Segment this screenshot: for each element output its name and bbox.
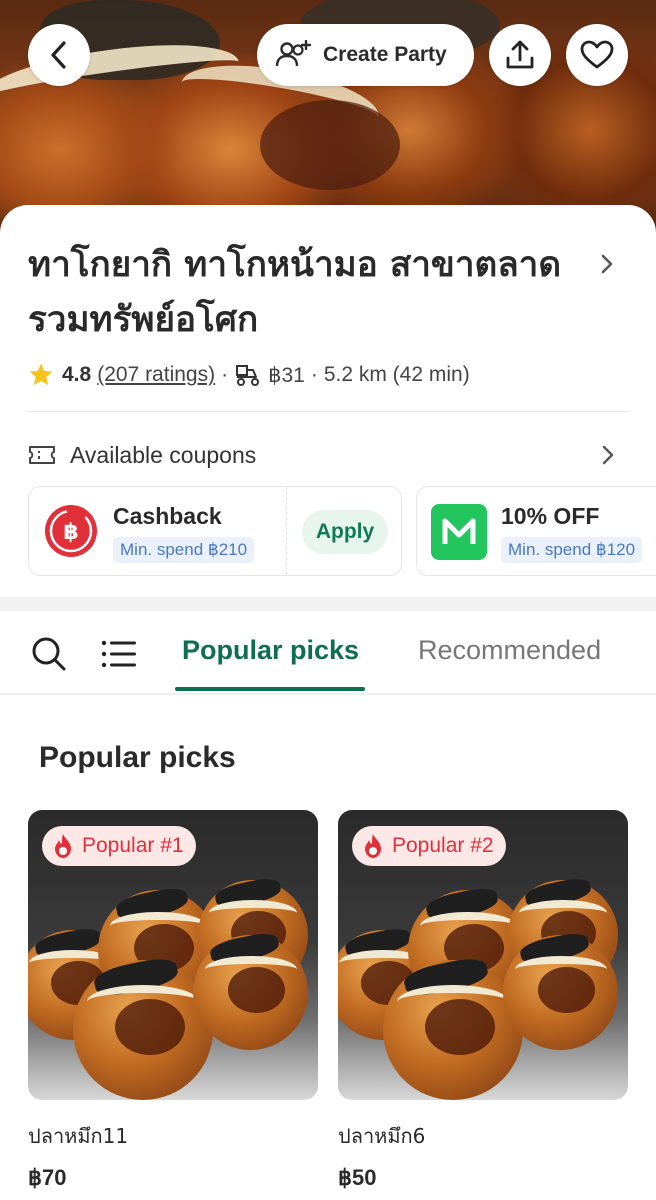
distance-time: 5.2 km (42 min) bbox=[323, 363, 470, 386]
cashback-icon: ฿ bbox=[45, 505, 97, 557]
menu-item-image[interactable]: Popular #2 bbox=[338, 810, 628, 1100]
delivery-fee: ฿31 bbox=[268, 363, 305, 387]
ratings-link[interactable]: (207 ratings) bbox=[97, 363, 215, 387]
section-title: Popular picks bbox=[39, 741, 236, 774]
menu-tab-bar: Popular picks Recommended bbox=[0, 611, 656, 695]
separator-dot: · bbox=[221, 363, 229, 386]
menu-item-name: ปลาหมึก11 bbox=[28, 1124, 129, 1148]
create-party-label: Create Party bbox=[323, 43, 447, 66]
coupon-min-spend: Min. spend ฿210 bbox=[113, 537, 255, 563]
add-group-icon bbox=[275, 40, 312, 67]
create-party-button[interactable]: Create Party bbox=[257, 24, 474, 86]
popular-badge: Popular #2 bbox=[352, 826, 506, 866]
coupon-min-spend: Min. spend ฿120 bbox=[501, 537, 643, 563]
store-info-card: ทาโกยากิ ทาโกหน้ามอ สาขาตลาดรวมทรัพย์อโศ… bbox=[0, 205, 656, 597]
active-tab-indicator bbox=[175, 687, 365, 691]
popular-badge: Popular #1 bbox=[42, 826, 196, 866]
delivery-scooter-icon bbox=[236, 365, 260, 386]
store-rating: 4.8 bbox=[62, 363, 92, 386]
coupon-card[interactable]: 10% OFF Min. spend ฿120 bbox=[416, 486, 656, 576]
share-button[interactable] bbox=[489, 24, 551, 86]
back-button[interactable] bbox=[28, 24, 90, 86]
store-meta: 4.8 (207 ratings) · ฿31 · 5.2 km (42 min… bbox=[28, 360, 470, 390]
tab-popular-picks[interactable]: Popular picks bbox=[182, 635, 359, 666]
section-divider-band bbox=[0, 597, 656, 611]
flame-icon bbox=[365, 834, 381, 858]
menu-item-card[interactable]: Popular #2 ปลาหมึก6 ฿50 bbox=[338, 810, 628, 1190]
popular-badge-label: Popular #1 bbox=[82, 834, 184, 857]
tab-recommended[interactable]: Recommended bbox=[418, 635, 601, 666]
menu-item-name: ปลาหมึก6 bbox=[338, 1124, 426, 1148]
favorite-button[interactable] bbox=[566, 24, 628, 86]
apply-button[interactable]: Apply bbox=[302, 510, 388, 554]
menu-item-card[interactable]: Popular #1 ปลาหมึก11 ฿70 bbox=[28, 810, 318, 1190]
menu-item-price: ฿50 bbox=[338, 1165, 377, 1190]
separator-dot: · bbox=[310, 363, 318, 386]
coupon-card[interactable]: ฿ Cashback Min. spend ฿210 Apply bbox=[28, 486, 402, 576]
chevron-right-icon[interactable] bbox=[596, 253, 618, 275]
ticket-icon bbox=[29, 446, 55, 464]
popular-badge-label: Popular #2 bbox=[392, 834, 494, 857]
menu-list-icon[interactable] bbox=[101, 639, 137, 669]
store-name[interactable]: ทาโกยากิ ทาโกหน้ามอ สาขาตลาดรวมทรัพย์อโศ… bbox=[28, 238, 588, 348]
available-coupons-row[interactable]: Available coupons bbox=[28, 440, 628, 470]
menu-item-image[interactable]: Popular #1 bbox=[28, 810, 318, 1100]
search-icon[interactable] bbox=[31, 636, 67, 672]
coupon-title: 10% OFF bbox=[501, 503, 600, 529]
flame-icon bbox=[55, 834, 71, 858]
coupon-title: Cashback bbox=[113, 503, 222, 529]
svg-text:฿: ฿ bbox=[63, 520, 78, 545]
heart-icon bbox=[580, 40, 614, 69]
menu-item-price: ฿70 bbox=[28, 1165, 67, 1190]
divider bbox=[28, 411, 628, 412]
star-icon bbox=[29, 363, 53, 386]
m-logo-icon bbox=[431, 504, 487, 560]
chevron-left-icon bbox=[51, 41, 66, 69]
share-icon bbox=[506, 40, 534, 69]
coupon-divider bbox=[286, 487, 287, 575]
chevron-right-icon bbox=[602, 445, 614, 465]
available-coupons-label: Available coupons bbox=[70, 441, 257, 468]
